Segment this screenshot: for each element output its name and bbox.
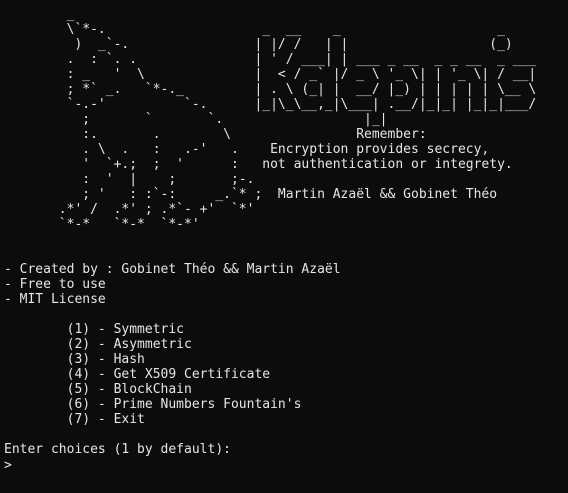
banner-line: \`*-. _ __ _ _ [4, 22, 505, 37]
menu-item-hash: (3) - Hash [4, 352, 145, 367]
banner-line: :. . \ Remember: [4, 127, 427, 142]
banner-line: : ' | ; ;-. [4, 172, 255, 187]
menu-item-blockchain: (5) - BlockChain [4, 382, 192, 397]
banner-line: `-.-' `-. |_|\_\__,_|\___| .__/|_|_| |_|… [4, 97, 537, 112]
input-prompt[interactable]: > [4, 458, 12, 473]
banner-line: _ [4, 7, 75, 22]
info-line: - Free to use [4, 277, 106, 292]
banner-line: ; ' : :`-: _.`* ; Martin Azaël && Gobine… [4, 187, 498, 202]
banner-line: ; *` _. `*-._ | . \ (_| | __/ |_) | | | … [4, 82, 537, 97]
menu-item-symmetric: (1) - Symmetric [4, 322, 185, 337]
menu-item-prime-fountain: (6) - Prime Numbers Fountain's [4, 397, 302, 412]
banner-line: ; ` `. |_| [4, 112, 388, 127]
banner-line: : _ ' \ | < / _` |/ _ \ '_ \| | '_ \| / … [4, 67, 537, 82]
menu-item-asymmetric: (2) - Asymmetric [4, 337, 192, 352]
banner-line: . : `. . | ' / ___| | ___ _ __ _ _ __ _ … [4, 52, 537, 67]
banner-line: `*-* `*-* `*-*' [4, 217, 200, 232]
banner-line: . \ . : .-' . Encryption provides secrec… [4, 142, 490, 157]
menu-item-x509: (4) - Get X509 Certificate [4, 367, 271, 382]
banner-line: .*' / .*' ; .*`- +' `*' [4, 202, 255, 217]
banner-line: ' `+.; ; ' : not authentication or integ… [4, 157, 513, 172]
prompt-question: Enter choices (1 by default): [4, 442, 231, 457]
info-line: - MIT License [4, 292, 106, 307]
info-line: - Created by : Gobinet Théo && Martin Az… [4, 262, 341, 277]
terminal-window[interactable]: _ \`*-. _ __ _ _ ) _`-. | |/ / | | (_) .… [0, 0, 568, 493]
banner-line: ) _`-. | |/ / | | (_) [4, 37, 513, 52]
menu-item-exit: (7) - Exit [4, 412, 145, 427]
